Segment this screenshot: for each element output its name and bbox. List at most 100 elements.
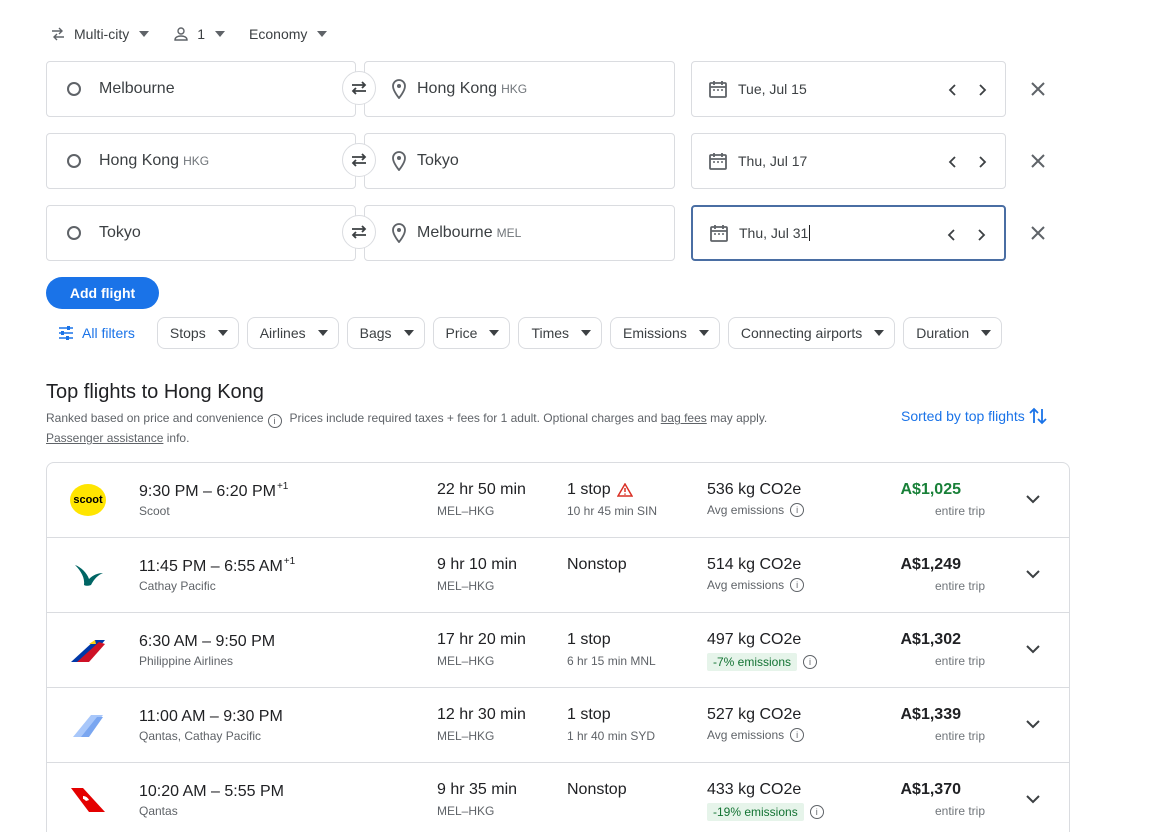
- bag-fees-link[interactable]: bag fees: [661, 411, 707, 425]
- remove-leg-button[interactable]: [1026, 221, 1050, 245]
- flight-results-list: scoot 9:30 PM – 6:20 PM+1 Scoot 22 hr 50…: [46, 462, 1070, 832]
- destination-code: HKG: [501, 82, 528, 96]
- date-value: Thu, Jul 31: [739, 225, 809, 241]
- filter-airlines[interactable]: Airlines: [246, 317, 339, 349]
- filter-price[interactable]: Price: [432, 317, 511, 349]
- flight-duration: 9 hr 35 min: [437, 781, 518, 798]
- passenger-assistance-link[interactable]: Passenger assistance: [46, 431, 163, 445]
- results-description: Ranked based on price and convenience i Pr…: [46, 408, 846, 448]
- multi-city-icon: [52, 27, 64, 41]
- day-offset: +1: [276, 481, 289, 492]
- next-date-button[interactable]: [971, 78, 995, 102]
- filter-duration[interactable]: Duration: [903, 317, 1003, 349]
- origin-city: Melbourne: [99, 80, 175, 97]
- all-filters-button[interactable]: All filters: [58, 325, 135, 341]
- stops-text: 1 stop: [567, 481, 611, 498]
- flight-row[interactable]: 6:30 AM – 9:50 PM Philippine Airlines 17…: [47, 613, 1069, 688]
- price-note: entire trip: [935, 804, 986, 818]
- passengers-select[interactable]: 1: [173, 26, 226, 42]
- destination-city: Melbourne: [417, 224, 493, 241]
- chevron-down-icon: [1026, 719, 1040, 728]
- filters-bar: All filters Stops Airlines Bags Price Ti…: [58, 317, 1010, 349]
- info-icon[interactable]: i: [809, 805, 824, 819]
- chevron-down-icon: [1026, 569, 1040, 578]
- info-icon[interactable]: i: [790, 503, 805, 517]
- cabin-class-select[interactable]: Economy: [249, 26, 328, 42]
- caret-down-icon: [217, 330, 228, 336]
- filter-stops[interactable]: Stops: [156, 317, 239, 349]
- expand-button[interactable]: [1021, 712, 1045, 736]
- trip-type-label: Multi-city: [74, 26, 130, 42]
- date-input[interactable]: Thu, Jul 17: [691, 133, 1006, 189]
- remove-leg-button[interactable]: [1026, 77, 1050, 101]
- flight-stops: Nonstop: [567, 556, 627, 574]
- expand-button[interactable]: [1021, 487, 1045, 511]
- flight-leg-2: Hong Kong HKG Tokyo Thu, Jul 17: [46, 133, 1056, 189]
- trip-type-select[interactable]: Multi-city: [50, 26, 150, 42]
- filter-label: Stops: [169, 325, 206, 341]
- swap-icon: [351, 81, 367, 95]
- remove-leg-button[interactable]: [1026, 149, 1050, 173]
- flight-times: 10:20 AM – 5:55 PM: [139, 781, 285, 801]
- expand-button[interactable]: [1021, 562, 1045, 586]
- close-icon: [1031, 154, 1045, 168]
- origin-input[interactable]: Melbourne: [46, 61, 356, 117]
- tune-icon: [59, 326, 73, 340]
- origin-input[interactable]: Hong Kong HKG: [46, 133, 356, 189]
- date-input[interactable]: Thu, Jul 31: [691, 205, 1006, 261]
- flight-row[interactable]: scoot 9:30 PM – 6:20 PM+1 Scoot 22 hr 50…: [47, 463, 1069, 538]
- flight-duration: 17 hr 20 min: [437, 631, 526, 648]
- flight-stops: 1 stop: [567, 481, 633, 499]
- swap-button[interactable]: [342, 143, 376, 177]
- flight-price: A$1,339: [900, 706, 962, 723]
- stops-text: Nonstop: [567, 556, 627, 573]
- date-input[interactable]: Tue, Jul 15: [691, 61, 1006, 117]
- destination-input[interactable]: Tokyo: [364, 133, 675, 189]
- expand-button[interactable]: [1021, 787, 1045, 811]
- day-offset: +1: [283, 556, 296, 567]
- caret-down-icon: [317, 31, 328, 37]
- destination-code: MEL: [496, 226, 522, 240]
- next-date-button[interactable]: [971, 150, 995, 174]
- destination-city: Tokyo: [417, 152, 459, 169]
- info-suffix-text: info.: [166, 431, 190, 445]
- filter-bags[interactable]: Bags: [346, 317, 425, 349]
- sort-button[interactable]: Sorted by top flights: [901, 406, 1047, 426]
- emissions-badge: -19% emissions: [707, 803, 804, 821]
- sort-icon: [1029, 407, 1047, 425]
- info-icon[interactable]: i: [803, 655, 818, 669]
- swap-button[interactable]: [342, 71, 376, 105]
- previous-date-button[interactable]: [940, 78, 964, 102]
- caret-down-icon: [489, 330, 500, 336]
- filter-connecting-airports[interactable]: Connecting airports: [727, 317, 896, 349]
- flight-route: MEL–HKG: [437, 804, 495, 818]
- info-icon[interactable]: i: [790, 728, 805, 742]
- expand-button[interactable]: [1021, 637, 1045, 661]
- chevron-right-icon: [979, 156, 987, 168]
- info-icon[interactable]: i: [267, 414, 282, 428]
- previous-date-button[interactable]: [940, 150, 964, 174]
- swap-button[interactable]: [342, 215, 376, 249]
- flight-row[interactable]: 10:20 AM – 5:55 PM Qantas 9 hr 35 min ME…: [47, 763, 1069, 832]
- origin-circle-icon: [67, 154, 81, 168]
- flight-route: MEL–HKG: [437, 579, 495, 593]
- caret-down-icon: [581, 330, 592, 336]
- airline-name: Qantas, Cathay Pacific: [139, 729, 262, 743]
- date-arrows: [933, 150, 995, 174]
- flight-row[interactable]: 11:00 AM – 9:30 PM Qantas, Cathay Pacifi…: [47, 688, 1069, 763]
- filter-times[interactable]: Times: [518, 317, 603, 349]
- add-flight-button[interactable]: Add flight: [46, 277, 159, 309]
- destination-input[interactable]: Melbourne MEL: [364, 205, 675, 261]
- scoot-logo: scoot: [69, 482, 107, 518]
- close-icon: [1031, 82, 1045, 96]
- price-note: entire trip: [935, 504, 986, 518]
- previous-date-button[interactable]: [939, 223, 963, 247]
- filter-emissions[interactable]: Emissions: [610, 317, 720, 349]
- info-icon[interactable]: i: [790, 578, 805, 592]
- next-date-button[interactable]: [970, 223, 994, 247]
- destination-input[interactable]: Hong Kong HKG: [364, 61, 675, 117]
- calendar-icon: [709, 153, 727, 170]
- flight-row[interactable]: 11:45 PM – 6:55 AM+1 Cathay Pacific 9 hr…: [47, 538, 1069, 613]
- origin-input[interactable]: Tokyo: [46, 205, 356, 261]
- flight-times: 6:30 AM – 9:50 PM: [139, 631, 276, 651]
